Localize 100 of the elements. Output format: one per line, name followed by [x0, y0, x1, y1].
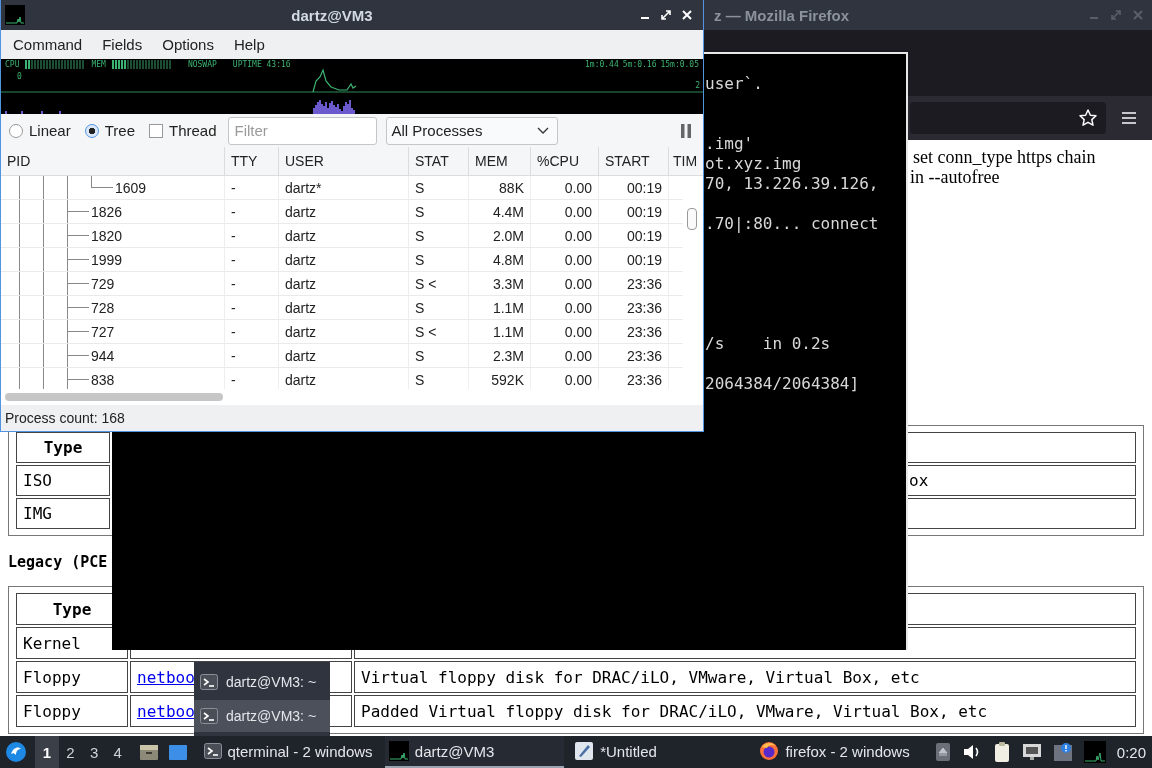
table-cell: dartz — [279, 224, 409, 247]
table-cell: ISO — [16, 465, 110, 496]
load-average: 15m:0.05 — [660, 60, 699, 69]
table-cell: Padded Virtual floppy disk for DRAC/iLO, VMware, Virtual Box, etc — [354, 695, 1136, 727]
terminal-line: .img' — [705, 134, 755, 154]
menu-item[interactable]: Options — [152, 36, 224, 53]
table-cell: 0.00 — [531, 320, 599, 343]
view-mode-radio[interactable]: Tree — [84, 122, 135, 139]
process-id[interactable]: 1999 — [89, 251, 123, 268]
table-cell: dartz — [279, 248, 409, 271]
terminal-line: .70|:80... connect — [705, 214, 880, 234]
terminal-line: ot.xyz.img — [705, 154, 803, 174]
table-cell: 4.4M — [469, 200, 531, 223]
view-mode-radio[interactable]: Linear — [9, 122, 71, 139]
table-cell: - — [225, 296, 279, 319]
table-cell: 23:36 — [599, 344, 669, 367]
terminal-line: user`. — [705, 74, 764, 94]
table-cell: 0.00 — [531, 224, 599, 247]
link[interactable]: netboo — [137, 701, 195, 721]
table-cell: 2.0M — [469, 224, 531, 247]
scale-label: 0 — [17, 72, 22, 81]
table-cell: dartz — [279, 296, 409, 319]
table-cell: 3.3M — [469, 272, 531, 295]
table-cell: S — [409, 248, 469, 271]
table-cell: - — [225, 224, 279, 247]
window-title: dartz@VM3 — [290, 6, 374, 24]
table-cell: 23:36 — [599, 272, 669, 295]
column-header[interactable]: TIM — [669, 147, 703, 175]
column-header[interactable]: START — [599, 147, 669, 175]
table-cell: Floppy — [16, 695, 128, 727]
menu-item[interactable]: Fields — [92, 36, 153, 53]
link[interactable]: netboo — [137, 667, 195, 687]
table-cell: 0.00 — [531, 296, 599, 319]
page-text: in --autofree — [910, 167, 1000, 187]
menu-item[interactable]: Help — [223, 36, 275, 53]
terminal-line: /s in 0.2s — [705, 334, 832, 354]
table-cell: 0.00 — [531, 200, 599, 223]
table-cell: 0.00 — [531, 344, 599, 367]
column-header[interactable]: TTY — [225, 147, 279, 175]
page-text: set conn_type https chain — [913, 147, 1096, 167]
process-id[interactable]: 838 — [89, 371, 115, 388]
table-cell: dartz — [279, 344, 409, 367]
table-cell: dartz — [279, 320, 409, 343]
column-header[interactable]: %CPU — [531, 147, 599, 175]
desktop-switcher[interactable]: 4 — [105, 736, 130, 768]
window-list-item[interactable]: dartz@VM3: ~ — [194, 666, 330, 698]
table-cell: S — [409, 200, 469, 223]
table-cell: 0.00 — [531, 176, 599, 199]
process-id[interactable]: 728 — [89, 299, 115, 316]
task-button[interactable]: firefox - 2 windows — [755, 736, 935, 768]
table-cell: S — [409, 296, 469, 319]
table-cell: 0.00 — [531, 272, 599, 295]
table-cell: S — [409, 344, 469, 367]
status-text: Process count: 168 — [1, 405, 703, 431]
column-header: Type — [16, 432, 110, 463]
desktop-switcher[interactable]: 1 — [35, 736, 59, 768]
load-average: 5m:0.16 — [622, 60, 657, 69]
process-id[interactable]: 727 — [89, 323, 115, 340]
process-filter-dropdown[interactable]: All Processes — [385, 116, 558, 145]
table-cell: 1.1M — [469, 320, 531, 343]
task-button[interactable]: qterminal - 2 windows — [199, 736, 379, 768]
column-header[interactable]: MEM — [469, 147, 531, 175]
clock[interactable]: 0:20 — [1116, 743, 1146, 761]
column-header[interactable]: STAT — [409, 147, 469, 175]
process-id[interactable]: 1609 — [113, 179, 147, 196]
window-title: z — Mozilla Firefox — [714, 6, 849, 24]
window-list-item[interactable]: dartz@VM3: ~ — [194, 700, 330, 732]
column-header[interactable]: USER — [279, 147, 409, 175]
table-cell: 0.00 — [531, 248, 599, 271]
menu-item[interactable]: Command — [3, 36, 93, 53]
table-cell: dartz — [279, 200, 409, 223]
table-cell: S — [409, 176, 469, 199]
table-cell: - — [225, 176, 279, 199]
thread-checkbox[interactable]: Thread — [149, 122, 217, 139]
table-cell: - — [225, 248, 279, 271]
table-cell: 1.1M — [469, 296, 531, 319]
process-id[interactable]: 944 — [89, 347, 115, 364]
process-id[interactable]: 1820 — [89, 227, 123, 244]
filter-field[interactable]: Filter — [227, 116, 377, 145]
table-cell: 00:19 — [599, 176, 669, 199]
table-cell: 00:19 — [599, 224, 669, 247]
meter-label: CPU — [5, 60, 20, 69]
process-id[interactable]: 729 — [89, 275, 115, 292]
task-button[interactable]: dartz@VM3 — [384, 736, 565, 768]
table-cell: dartz* — [279, 176, 409, 199]
table-cell: 23:36 — [599, 296, 669, 319]
desktop-switcher[interactable]: 2 — [58, 736, 83, 768]
table-cell: S < — [409, 320, 469, 343]
table-cell: S — [409, 224, 469, 247]
column-header[interactable]: PID — [1, 147, 225, 175]
table-cell: - — [225, 272, 279, 295]
section-heading: Legacy (PCE — [8, 553, 109, 571]
desktop-switcher[interactable]: 3 — [82, 736, 106, 768]
uptime-label: UPTIME 43:16 — [232, 60, 291, 69]
load-average: 1m:0.44 — [585, 60, 619, 69]
table-cell: 00:19 — [599, 248, 669, 271]
meter-label: MEM — [91, 60, 106, 69]
process-id[interactable]: 1826 — [89, 203, 123, 220]
task-button[interactable]: *Untitled — [570, 736, 750, 768]
table-cell: S < — [409, 272, 469, 295]
